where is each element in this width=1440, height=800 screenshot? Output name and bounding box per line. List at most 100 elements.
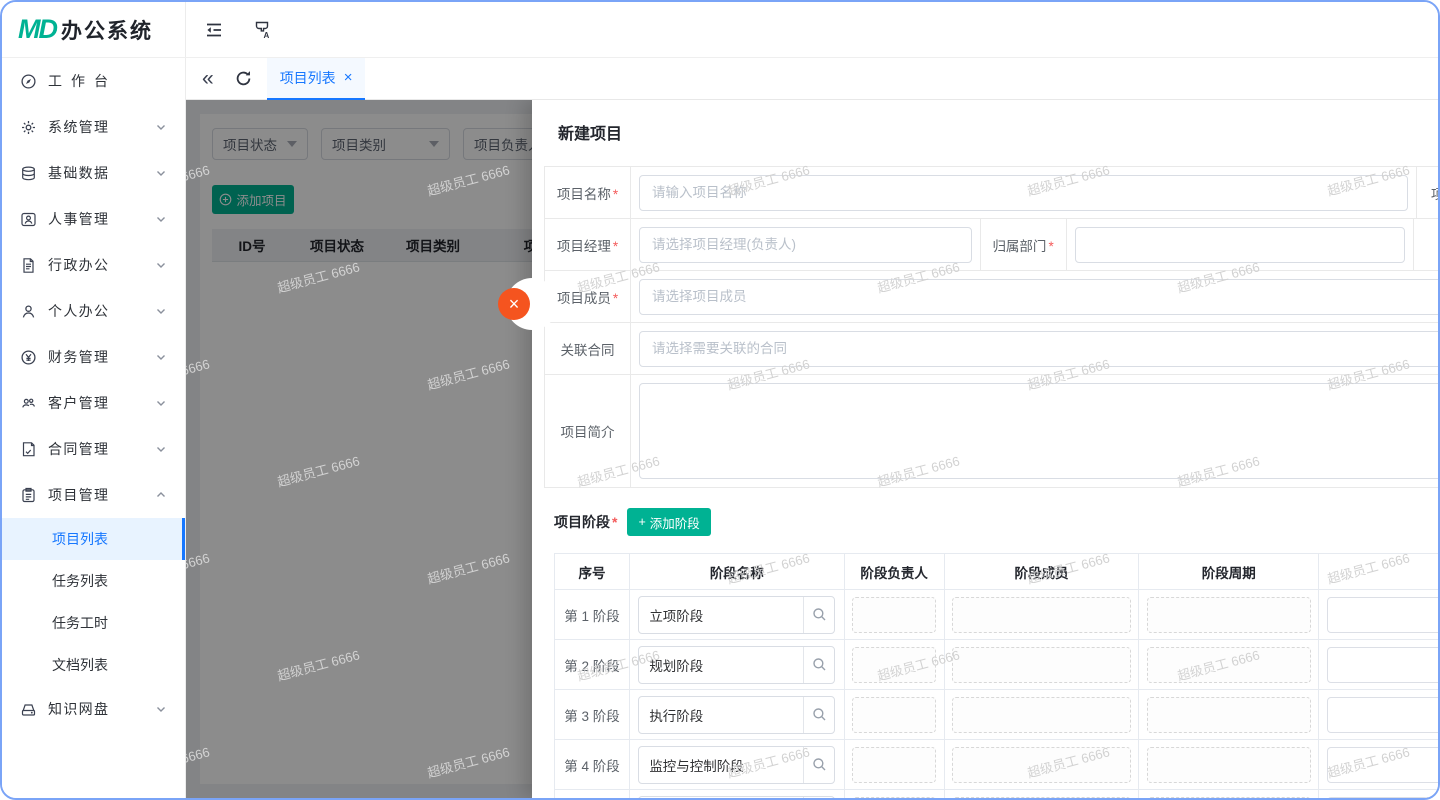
menu-fold-icon[interactable]	[204, 20, 224, 40]
chevron-up-icon	[155, 489, 167, 501]
phase-extra-field[interactable]	[1327, 797, 1438, 799]
phase-owner-field[interactable]	[852, 797, 936, 799]
department-input[interactable]	[1075, 227, 1406, 263]
phase-col-members: 阶段成员	[945, 554, 1140, 590]
phase-extra-field[interactable]	[1327, 597, 1438, 633]
phase-name-input[interactable]	[639, 707, 803, 722]
app-window: MD 办公系统 A 工作台 系统管理 基础数据	[0, 0, 1440, 800]
tab-project-list[interactable]: 项目列表 ×	[267, 58, 366, 100]
chevron-down-icon	[155, 305, 167, 317]
phase-index: 第 1 阶段	[564, 605, 620, 625]
chevron-down-icon	[155, 397, 167, 409]
chevron-down-icon	[155, 443, 167, 455]
search-icon[interactable]	[803, 797, 834, 799]
project-intro-textarea[interactable]	[639, 383, 1438, 479]
user-icon	[20, 303, 37, 320]
search-icon[interactable]	[803, 697, 834, 733]
sidebar-item-label: 工作台	[48, 71, 108, 91]
phase-period-field[interactable]	[1147, 797, 1311, 799]
phase-col-index: 序号	[555, 554, 630, 590]
phase-col-owner: 阶段负责人	[845, 554, 945, 590]
phase-members-field[interactable]	[952, 747, 1131, 783]
search-icon[interactable]	[803, 647, 834, 683]
person-card-icon	[20, 211, 37, 228]
database-icon	[20, 165, 37, 182]
project-name-input[interactable]	[639, 175, 1408, 211]
sidebar-item-project[interactable]: 项目管理	[2, 472, 185, 518]
tab-close-icon[interactable]: ×	[344, 70, 353, 85]
phase-period-field[interactable]	[1147, 597, 1311, 633]
customers-icon	[20, 395, 37, 412]
phase-col-extra	[1319, 554, 1438, 590]
related-contract-label: 关联合同	[561, 339, 615, 359]
sidebar-item-contract[interactable]: 合同管理	[2, 426, 185, 472]
sidebar-item-label: 个人办公	[48, 301, 108, 321]
refresh-icon[interactable]	[234, 69, 253, 88]
contract-icon	[20, 441, 37, 458]
phase-members-field[interactable]	[952, 647, 1131, 683]
content-area: 项目状态 项目类别 项目负责人	[186, 100, 1438, 798]
sidebar: 工作台 系统管理 基础数据 人事管理 行政办公 个人办公	[2, 58, 186, 798]
phase-period-field[interactable]	[1147, 647, 1311, 683]
subitem-label: 项目列表	[52, 529, 108, 549]
sidebar-subitem-task-hours[interactable]: 任务工时	[2, 602, 185, 644]
phase-extra-field[interactable]	[1327, 747, 1438, 783]
chevron-down-icon	[155, 121, 167, 133]
sidebar-item-label: 人事管理	[48, 209, 108, 229]
sidebar-item-customer[interactable]: 客户管理	[2, 380, 185, 426]
subitem-label: 文档列表	[52, 655, 108, 675]
chevron-down-icon	[155, 703, 167, 715]
sidebar-item-system[interactable]: 系统管理	[2, 104, 185, 150]
related-contract-input[interactable]	[639, 331, 1438, 367]
drawer-close-button[interactable]: ×	[498, 288, 530, 320]
phase-name-input-group	[638, 696, 835, 734]
collapse-tabs-icon[interactable]: «	[202, 68, 214, 89]
sidebar-subitem-doc-list[interactable]: 文档列表	[2, 644, 185, 686]
sidebar-item-finance[interactable]: 财务管理	[2, 334, 185, 380]
phase-name-input-group	[638, 596, 835, 634]
project-members-input[interactable]	[639, 279, 1438, 315]
workbench-icon	[20, 73, 37, 90]
format-brush-icon[interactable]: A	[252, 20, 272, 40]
phase-extra-field[interactable]	[1327, 697, 1438, 733]
new-project-form: 项目名称 项 项目经理 归属部门 项目成员	[544, 166, 1438, 488]
phase-owner-field[interactable]	[852, 597, 936, 633]
phase-members-field[interactable]	[952, 697, 1131, 733]
sidebar-item-label: 系统管理	[48, 117, 108, 137]
department-label: 归属部门	[992, 235, 1053, 255]
project-intro-label: 项目简介	[561, 421, 615, 441]
sidebar-subitem-project-list[interactable]: 项目列表	[2, 518, 185, 560]
phase-name-input-group	[638, 796, 835, 799]
phase-name-input[interactable]	[639, 657, 803, 672]
sidebar-item-label: 知识网盘	[48, 699, 108, 719]
sidebar-item-hr[interactable]: 人事管理	[2, 196, 185, 242]
sidebar-item-workbench[interactable]: 工作台	[2, 58, 185, 104]
project-manager-input[interactable]	[639, 227, 972, 263]
sidebar-item-admin-office[interactable]: 行政办公	[2, 242, 185, 288]
phase-members-field[interactable]	[952, 597, 1131, 633]
sidebar-item-knowledge-disk[interactable]: 知识网盘	[2, 686, 185, 732]
phase-owner-field[interactable]	[852, 747, 936, 783]
phase-index: 第 2 阶段	[564, 655, 620, 675]
phase-period-field[interactable]	[1147, 747, 1311, 783]
phase-members-field[interactable]	[952, 797, 1131, 799]
phase-owner-field[interactable]	[852, 697, 936, 733]
phase-period-field[interactable]	[1147, 697, 1311, 733]
sidebar-subitem-task-list[interactable]: 任务列表	[2, 560, 185, 602]
phase-name-input[interactable]	[639, 607, 803, 622]
search-icon[interactable]	[803, 747, 834, 783]
sidebar-item-label: 基础数据	[48, 163, 108, 183]
sidebar-item-base-data[interactable]: 基础数据	[2, 150, 185, 196]
project-members-label: 项目成员	[557, 287, 618, 307]
add-phase-label: 添加阶段	[650, 513, 700, 532]
phase-owner-field[interactable]	[852, 647, 936, 683]
phase-extra-field[interactable]	[1327, 647, 1438, 683]
phase-row-1: 第 1 阶段	[555, 590, 1438, 640]
phase-section-label: 项目阶段	[554, 512, 617, 532]
phase-name-input[interactable]	[639, 757, 803, 772]
search-icon[interactable]	[803, 597, 834, 633]
subitem-label: 任务工时	[52, 613, 108, 633]
add-phase-button[interactable]: + 添加阶段	[627, 508, 710, 536]
sidebar-item-personal-office[interactable]: 个人办公	[2, 288, 185, 334]
phase-col-period: 阶段周期	[1139, 554, 1319, 590]
